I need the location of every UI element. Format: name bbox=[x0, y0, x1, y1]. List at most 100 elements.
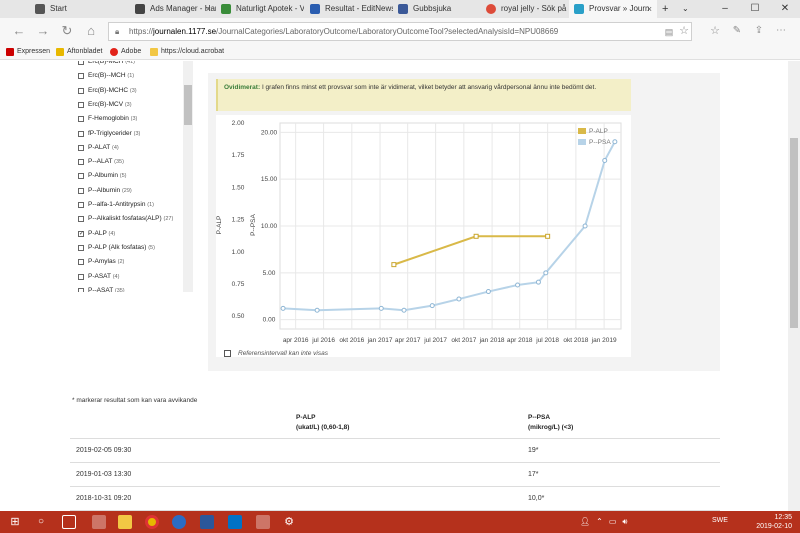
address-bar[interactable]: 🔒︎ https://journalen.1177.se/JournalCate… bbox=[108, 22, 692, 41]
clock[interactable]: 12:35 2019-02-10 bbox=[756, 513, 792, 531]
new-tab-button[interactable]: + bbox=[658, 0, 676, 18]
tab-label: Naturligt Apotek - V bbox=[236, 4, 304, 13]
y-left-tick-label: 0.75 bbox=[232, 281, 245, 288]
legend-label: P-ALP bbox=[589, 128, 608, 135]
tab-overview-icon[interactable]: ⌄ bbox=[678, 0, 696, 18]
task-view-icon[interactable] bbox=[62, 515, 76, 529]
analysis-checkbox[interactable] bbox=[78, 187, 84, 194]
favorite-star-icon[interactable]: ☆ bbox=[675, 23, 693, 39]
share-icon[interactable]: ⇪ bbox=[750, 23, 768, 39]
analysis-checkbox[interactable] bbox=[78, 61, 84, 65]
forward-icon[interactable]: → bbox=[34, 23, 52, 39]
analysis-checkbox[interactable] bbox=[78, 244, 84, 251]
analysis-checkbox[interactable] bbox=[78, 287, 84, 292]
outlook-icon[interactable] bbox=[228, 515, 242, 529]
pen-icon[interactable]: ✎ bbox=[728, 23, 746, 39]
maximize-button[interactable]: ☐ bbox=[740, 0, 770, 18]
analysis-checkbox[interactable] bbox=[78, 130, 84, 137]
analysis-checkbox[interactable] bbox=[78, 101, 84, 108]
analysis-item[interactable]: Erc(B)--MCH (1) bbox=[78, 70, 134, 82]
analysis-count: (4) bbox=[111, 144, 119, 151]
analysis-checkbox[interactable] bbox=[78, 87, 84, 94]
leaf-icon bbox=[221, 4, 231, 14]
analysis-item[interactable]: P--Alkaliskt fosfatas(ALP) (27) bbox=[78, 213, 173, 225]
reference-checkbox[interactable] bbox=[224, 350, 231, 357]
analysis-checkbox[interactable] bbox=[78, 273, 84, 280]
analysis-item[interactable]: P-ALAT (4) bbox=[78, 142, 119, 154]
analysis-list-scroll-thumb[interactable] bbox=[184, 85, 192, 125]
system-tray-icons[interactable]: 👤︎⌃▭🔊︎ bbox=[580, 517, 633, 527]
settings-icon[interactable]: ⚙ bbox=[282, 515, 296, 529]
bookmark-expressen[interactable]: Expressen bbox=[6, 44, 50, 60]
search-icon[interactable]: ○ bbox=[34, 515, 48, 529]
reference-label: Referensintervall kan inte visas bbox=[238, 350, 328, 357]
word-icon[interactable] bbox=[200, 515, 214, 529]
analysis-checkbox[interactable] bbox=[78, 73, 84, 80]
language-indicator[interactable]: SWE bbox=[712, 517, 728, 524]
analysis-item[interactable]: ✓ P-ALP (4) bbox=[78, 228, 115, 240]
close-window-button[interactable]: ✕ bbox=[770, 0, 800, 18]
tab-royal-jelly[interactable]: royal jelly - Sök på G bbox=[481, 0, 569, 18]
analysis-checkbox[interactable] bbox=[78, 116, 84, 123]
bookmark-cloud-acrobat[interactable]: https://cloud.acrobat bbox=[150, 44, 224, 60]
analysis-item[interactable]: P--ALAT (35) bbox=[78, 156, 124, 168]
windows-start-icon[interactable]: ⊞ bbox=[8, 515, 22, 529]
tab-label: Provsvar » Journ bbox=[589, 4, 650, 13]
analysis-checkbox[interactable] bbox=[78, 144, 84, 151]
analysis-item[interactable]: P-Albumin (5) bbox=[78, 170, 127, 182]
favorites-icon[interactable]: ☆ bbox=[706, 23, 724, 39]
store-icon[interactable] bbox=[92, 515, 106, 529]
analysis-item[interactable]: Erc(B)-MCH (41) bbox=[78, 61, 135, 68]
home-icon[interactable]: ⌂ bbox=[82, 23, 100, 39]
back-icon[interactable]: ← bbox=[10, 23, 28, 39]
analysis-checkbox[interactable] bbox=[78, 159, 84, 166]
analysis-item[interactable]: F-Hemoglobin (3) bbox=[78, 113, 137, 125]
x-tick-label: jan 2019 bbox=[591, 337, 617, 344]
analysis-checkbox[interactable] bbox=[78, 259, 84, 266]
edge-icon[interactable] bbox=[172, 515, 186, 529]
analysis-checkbox[interactable] bbox=[78, 216, 84, 223]
y-right-tick-label: 5.00 bbox=[263, 270, 276, 277]
file-explorer-icon[interactable] bbox=[118, 515, 132, 529]
tab-editnews[interactable]: Resultat - EditNews bbox=[305, 0, 393, 18]
unverified-warning: Ovidimerat: I grafen finns minst ett pro… bbox=[216, 79, 631, 111]
chrome-icon[interactable] bbox=[145, 515, 159, 529]
data-point bbox=[612, 139, 618, 145]
bookmark-label: Expressen bbox=[17, 48, 51, 55]
close-icon[interactable]: × bbox=[647, 0, 652, 18]
header-name: P-ALP bbox=[296, 414, 316, 421]
page-scroll-thumb[interactable] bbox=[790, 138, 798, 328]
bookmark-aftonbladet[interactable]: Aftonbladet bbox=[56, 44, 102, 60]
reference-interval-option[interactable]: Referensintervall kan inte visas bbox=[224, 349, 328, 359]
data-point bbox=[280, 305, 286, 311]
analysis-label: Erc(B)-MCHC bbox=[88, 86, 129, 94]
minimize-button[interactable]: – bbox=[710, 0, 740, 18]
more-icon[interactable]: ⋯ bbox=[772, 23, 790, 39]
analysis-item[interactable]: fP-Triglycerider (3) bbox=[78, 128, 140, 140]
tab-ads-manager[interactable]: Ads Manager - Hant × bbox=[130, 0, 216, 18]
table-row: 2019-01-03 13:30 17* bbox=[70, 462, 720, 486]
analysis-item[interactable]: P-Amylas (2) bbox=[78, 256, 124, 268]
analysis-item[interactable]: P-ALP (Alk fosfatas) (5) bbox=[78, 242, 155, 254]
analysis-item[interactable]: Erc(B)-MCV (3) bbox=[78, 99, 132, 111]
tab-provsvar[interactable]: Provsvar » Journ × bbox=[569, 0, 657, 18]
bookmark-adobe[interactable]: Adobe bbox=[110, 44, 141, 60]
tab-start[interactable]: Start bbox=[30, 0, 100, 18]
analysis-item[interactable]: P--ASAT (35) bbox=[78, 285, 125, 292]
photos-icon[interactable] bbox=[256, 515, 270, 529]
tab-label: Start bbox=[50, 4, 67, 13]
analysis-checkbox[interactable]: ✓ bbox=[78, 230, 84, 237]
x-tick-label: okt 2016 bbox=[339, 337, 364, 344]
analysis-checkbox[interactable] bbox=[78, 202, 84, 208]
tab-naturligt-apotek[interactable]: Naturligt Apotek - V bbox=[216, 0, 304, 18]
tab-gubbsjuka[interactable]: Gubbsjuka bbox=[393, 0, 481, 18]
refresh-icon[interactable]: ↻ bbox=[58, 23, 76, 39]
analysis-item[interactable]: P--Albumin (29) bbox=[78, 185, 132, 197]
analysis-item[interactable]: P--alfa-1-Antitrypsin (1) bbox=[78, 199, 154, 211]
analysis-count: (3) bbox=[133, 130, 141, 137]
close-icon[interactable]: × bbox=[206, 0, 211, 18]
y-right-tick-label: 15.00 bbox=[261, 176, 278, 183]
analysis-checkbox[interactable] bbox=[78, 173, 84, 180]
analysis-item[interactable]: P-ASAT (4) bbox=[78, 271, 119, 283]
analysis-item[interactable]: Erc(B)-MCHC (3) bbox=[78, 85, 137, 97]
